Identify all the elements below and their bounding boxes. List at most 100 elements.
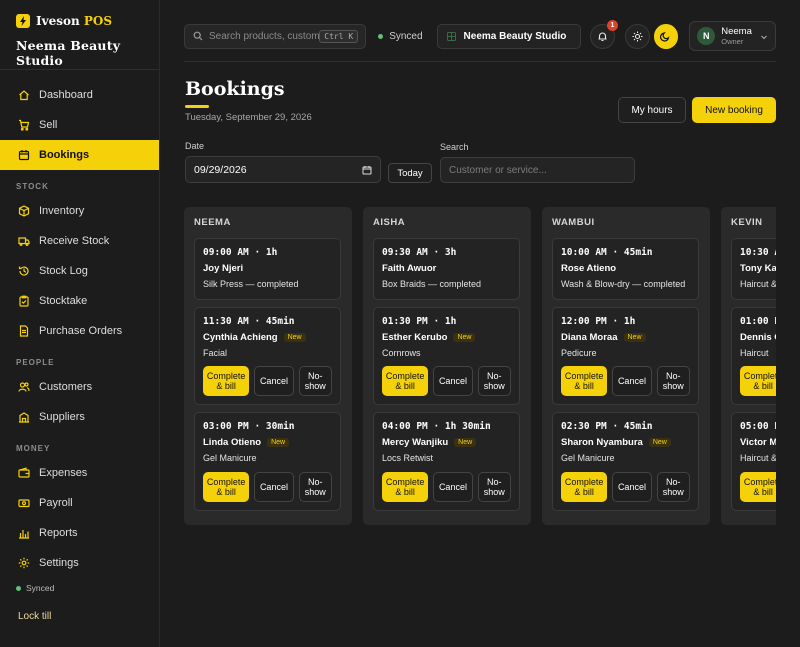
sidebar-item-purchase-orders[interactable]: Purchase Orders	[0, 316, 159, 346]
sidebar-item-dashboard[interactable]: Dashboard	[0, 80, 159, 110]
sidebar-item-sell[interactable]: Sell	[0, 110, 159, 140]
sidebar-item-suppliers[interactable]: Suppliers	[0, 402, 159, 432]
complete-and-bill-button[interactable]: Complete & bill	[740, 471, 776, 502]
booking-time: 10:30 AM · 30min	[740, 247, 776, 258]
sidebar-nav: Dashboard Sell Bookings STOCK Inventory …	[0, 70, 159, 578]
complete-and-bill-button[interactable]: Complete & bill	[561, 471, 608, 502]
nav-section-stock: STOCK	[16, 182, 49, 191]
my-hours-button[interactable]: My hours	[618, 97, 686, 123]
booking-service: Box Braids — completed	[382, 279, 482, 289]
header-divider	[184, 61, 776, 62]
cancel-booking-button[interactable]: Cancel	[254, 366, 294, 396]
new-badge: New	[453, 332, 476, 342]
users-icon	[18, 382, 30, 392]
calendar-icon	[18, 150, 30, 161]
gear-icon	[18, 557, 30, 569]
booking-service: Haircut & Beard	[740, 453, 776, 463]
sidebar-item-payroll[interactable]: Payroll	[0, 488, 159, 518]
staff-column-neema: NEEMA 09:00 AM · 1h Joy Njeri Silk Press — …	[184, 207, 352, 525]
moon-icon	[660, 31, 670, 42]
complete-and-bill-button[interactable]: Complete & bill	[203, 366, 250, 396]
booking-client: Rose Atieno	[561, 263, 617, 274]
booking-card[interactable]: 12:00 PM · 1h Diana Moraa New Pedicure Compl…	[552, 306, 699, 405]
booking-service: Gel Manicure	[203, 453, 257, 463]
cancel-booking-button[interactable]: Cancel	[433, 471, 473, 502]
booking-card[interactable]: 10:30 AM · 30min Tony Kamau Haircut & Bear…	[731, 238, 776, 300]
calendar-icon[interactable]	[362, 165, 372, 175]
booking-service: Wash & Blow-dry — completed	[561, 279, 686, 289]
date-picker[interactable]: 09/29/2026	[185, 156, 381, 183]
booking-card[interactable]: 01:00 PM · 30min Dennis OchiengNew Haircut…	[731, 306, 776, 405]
sidebar-sync-status: Synced	[16, 583, 54, 593]
sidebar-item-inventory[interactable]: Inventory	[0, 196, 159, 226]
sidebar-item-bookings[interactable]: Bookings	[0, 140, 159, 170]
booking-time: 05:00 PM · 30min	[740, 421, 776, 432]
cancel-booking-button[interactable]: Cancel	[254, 471, 294, 502]
nav-section-money: MONEY	[16, 444, 51, 453]
staff-column-name: NEEMA	[194, 217, 231, 228]
booking-time: 01:00 PM · 30min	[740, 315, 776, 327]
building-icon	[19, 412, 29, 423]
booking-card[interactable]: 09:30 AM · 3h Faith Awuor Box Braids — com…	[373, 238, 520, 300]
cancel-booking-button[interactable]: Cancel	[612, 471, 652, 502]
sidebar-item-customers[interactable]: Customers	[0, 372, 159, 402]
no-show-button[interactable]: No-show	[477, 366, 511, 396]
booking-service: Gel Manicure	[561, 453, 615, 463]
sidebar-item-reports[interactable]: Reports	[0, 518, 159, 548]
new-booking-button[interactable]: New booking	[692, 97, 776, 123]
new-badge: New	[283, 332, 306, 342]
user-menu[interactable]: N Neema Owner	[689, 21, 776, 51]
dark-theme-button[interactable]	[653, 23, 679, 49]
complete-and-bill-button[interactable]: Complete & bill	[203, 471, 250, 502]
booking-actions: Complete & billCancelNo-show	[740, 366, 776, 396]
bookings-board: NEEMA 09:00 AM · 1h Joy Njeri Silk Press — …	[184, 207, 776, 527]
global-search[interactable]: Ctrl K	[184, 23, 367, 49]
brand: Iveson POS Neema Beauty Studio	[0, 0, 159, 70]
sidebar-item-stocktake[interactable]: Stocktake	[0, 286, 159, 316]
complete-and-bill-button[interactable]: Complete & bill	[740, 366, 776, 396]
page-title: Bookings	[185, 78, 285, 100]
staff-column-name: KEVIN	[731, 217, 763, 228]
no-show-button[interactable]: No-show	[298, 366, 332, 396]
light-theme-button[interactable]	[624, 23, 650, 49]
booking-card[interactable]: 09:00 AM · 1h Joy Njeri Silk Press — compl…	[194, 238, 341, 300]
no-show-button[interactable]: No-show	[477, 471, 511, 502]
title-underline	[185, 105, 209, 108]
sidebar-item-receive-stock[interactable]: Receive Stock	[0, 226, 159, 256]
today-button[interactable]: Today	[388, 163, 432, 183]
clipboard-check-icon	[19, 295, 29, 307]
booking-client: Faith Awuor	[382, 263, 437, 274]
store-selector[interactable]: Neema Beauty Studio	[436, 23, 582, 49]
notifications-button[interactable]: 1	[590, 19, 618, 49]
sidebar-item-settings[interactable]: Settings	[0, 548, 159, 578]
booking-card[interactable]: 02:30 PM · 45min Sharon Nyambura New Gel Ma…	[552, 412, 699, 511]
home-icon	[19, 90, 29, 101]
booking-card[interactable]: 04:00 PM · 1h 30min Mercy Wanjiku New Locs …	[373, 412, 520, 511]
complete-and-bill-button[interactable]: Complete & bill	[561, 366, 608, 396]
booking-client: Joy Njeri	[203, 263, 244, 274]
booking-time: 09:00 AM · 1h	[203, 247, 278, 258]
sun-icon	[632, 31, 643, 41]
sidebar-item-expenses[interactable]: Expenses	[0, 458, 159, 488]
cancel-booking-button[interactable]: Cancel	[433, 366, 473, 396]
booking-client: Victor MutuaNew	[740, 437, 776, 448]
cancel-booking-button[interactable]: Cancel	[612, 366, 652, 396]
complete-and-bill-button[interactable]: Complete & bill	[382, 366, 429, 396]
new-badge: New	[267, 438, 290, 447]
booking-card[interactable]: 01:30 PM · 1h Esther Kerubo New Cornrows Com…	[373, 306, 520, 405]
global-search-input[interactable]	[209, 30, 324, 42]
no-show-button[interactable]: No-show	[298, 471, 332, 502]
no-show-button[interactable]: No-show	[656, 366, 690, 396]
booking-card[interactable]: 03:00 PM · 30min Linda Otieno New Gel Manic…	[194, 412, 341, 511]
staff-column-aisha: AISHA 09:30 AM · 3h Faith Awuor Box Braids …	[363, 207, 531, 525]
booking-search-input[interactable]	[440, 157, 635, 183]
booking-card[interactable]: 05:00 PM · 30min Victor MutuaNew Haircut &…	[731, 412, 776, 511]
lock-till-button[interactable]: Lock till	[18, 611, 51, 622]
sidebar-item-stock-log[interactable]: Stock Log	[0, 256, 159, 286]
booking-card[interactable]: 10:00 AM · 45min Rose Atieno Wash & Blow-d…	[552, 238, 699, 300]
no-show-button[interactable]: No-show	[656, 471, 690, 502]
booking-card[interactable]: 11:30 AM · 45min Cynthia Achieng New Facial…	[194, 306, 341, 405]
studio-name: Neema Beauty Studio	[16, 38, 121, 68]
complete-and-bill-button[interactable]: Complete & bill	[382, 471, 429, 502]
truck-icon	[18, 237, 30, 247]
